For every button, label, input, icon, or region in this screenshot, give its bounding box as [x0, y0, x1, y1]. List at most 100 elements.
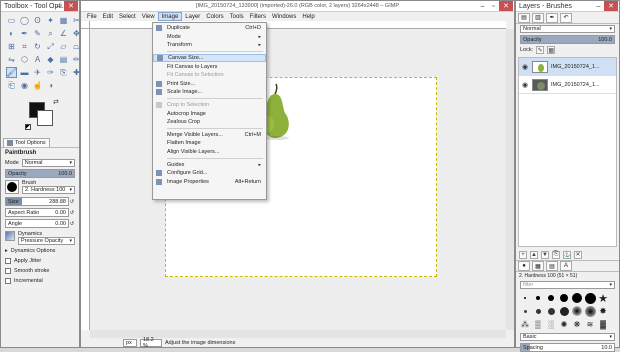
- maximize-button[interactable]: ▫: [488, 1, 499, 11]
- minimize-button[interactable]: –: [53, 1, 64, 11]
- aspect-reset-icon[interactable]: ↺: [69, 208, 75, 217]
- raise-layer-icon[interactable]: ▲: [530, 250, 538, 259]
- menu-item-align-visible-layers[interactable]: Align Visible Layers...: [153, 148, 266, 157]
- brush-item[interactable]: ⁂: [519, 318, 531, 330]
- bucket-fill-tool-icon[interactable]: ◆: [45, 54, 56, 65]
- visibility-eye-icon[interactable]: ◉: [521, 63, 529, 71]
- background-color[interactable]: [37, 110, 53, 126]
- text-tool-icon[interactable]: A: [32, 54, 43, 65]
- menu-item-print-size[interactable]: Print Size...: [153, 80, 266, 89]
- menu-item-transform[interactable]: Transform ▸: [153, 41, 266, 50]
- menu-item-zealous-crop[interactable]: Zealous Crop: [153, 118, 266, 127]
- paintbrush-tool-icon[interactable]: 🖌: [6, 67, 17, 78]
- tab-fonts-icon[interactable]: A: [560, 261, 572, 271]
- menu-item-autocrop-image[interactable]: Autocrop Image: [153, 109, 266, 118]
- flip-tool-icon[interactable]: ⇋: [6, 54, 17, 65]
- incremental-checkbox[interactable]: Incremental: [1, 276, 79, 286]
- lock-alpha-icon[interactable]: ▦: [547, 46, 556, 54]
- size-spinner[interactable]: Size 288.88 ↺: [5, 197, 75, 206]
- apply-jitter-checkbox[interactable]: Apply Jitter: [1, 256, 79, 266]
- menu-file[interactable]: File: [84, 12, 100, 21]
- menu-item-fit-canvas-to-layers[interactable]: Fit Canvas to Layers: [153, 62, 266, 71]
- blend-tool-icon[interactable]: ▤: [58, 54, 69, 65]
- menu-item-duplicate[interactable]: Duplicate Ctrl+D: [153, 24, 266, 33]
- smudge-tool-icon[interactable]: ☝: [32, 80, 43, 91]
- minimize-button[interactable]: –: [477, 1, 488, 11]
- menu-item-mode[interactable]: Mode ▸: [153, 33, 266, 42]
- brush-item[interactable]: [584, 305, 596, 317]
- foreground-select-tool-icon[interactable]: ◐: [6, 28, 17, 39]
- brush-item[interactable]: [519, 305, 531, 317]
- menu-colors[interactable]: Colors: [203, 12, 226, 21]
- dynamics-options-expander[interactable]: ▸ Dynamics Options: [1, 246, 79, 256]
- menu-image[interactable]: Image: [157, 12, 183, 21]
- anchor-layer-icon[interactable]: ⚓: [563, 250, 571, 259]
- lock-pixels-icon[interactable]: ✎: [536, 46, 545, 54]
- brush-item[interactable]: [545, 305, 557, 317]
- size-reset-icon[interactable]: ↺: [69, 197, 75, 206]
- menu-windows[interactable]: Windows: [269, 12, 299, 21]
- cage-tool-icon[interactable]: ⬡: [19, 54, 30, 65]
- minimize-button[interactable]: –: [593, 1, 604, 11]
- rect-select-tool-icon[interactable]: ▭: [6, 15, 17, 26]
- image-titlebar[interactable]: [IMG_20150724_133900] (imported)-26.0 (R…: [81, 1, 514, 12]
- tab-gradients-icon[interactable]: ▤: [546, 261, 558, 271]
- perspective-clone-tool-icon[interactable]: ⎗: [6, 80, 17, 91]
- brush-item[interactable]: ▓: [597, 318, 609, 330]
- shear-tool-icon[interactable]: ▱: [58, 41, 69, 52]
- menu-layer[interactable]: Layer: [182, 12, 203, 21]
- brush-item[interactable]: [519, 292, 531, 304]
- layer-row[interactable]: ◉ IMG_20150724_1...: [519, 76, 616, 94]
- brush-item[interactable]: ✸: [597, 305, 609, 317]
- brush-item[interactable]: ❋: [571, 318, 583, 330]
- brush-item[interactable]: ░: [545, 318, 557, 330]
- layer-opacity-slider[interactable]: Opacity 100.0: [520, 35, 615, 44]
- brush-select[interactable]: 2. Hardness 100: [22, 186, 75, 194]
- align-tool-icon[interactable]: ⊞: [6, 41, 17, 52]
- brush-preview[interactable]: [5, 180, 19, 194]
- smooth-stroke-checkbox[interactable]: Smooth stroke: [1, 266, 79, 276]
- menu-item-image-properties[interactable]: Image Properties Alt+Return: [153, 178, 266, 187]
- menu-filters[interactable]: Filters: [247, 12, 269, 21]
- close-button[interactable]: ✕: [604, 1, 618, 11]
- lower-layer-icon[interactable]: ▼: [541, 250, 549, 259]
- brush-item[interactable]: ≋: [584, 318, 596, 330]
- color-picker-tool-icon[interactable]: ✎: [32, 28, 43, 39]
- color-select-tool-icon[interactable]: ▦: [58, 15, 69, 26]
- vertical-ruler[interactable]: [81, 29, 90, 330]
- default-colors-icon[interactable]: [25, 124, 31, 130]
- delete-layer-icon[interactable]: ✕: [574, 250, 582, 259]
- blur-tool-icon[interactable]: ◉: [19, 80, 30, 91]
- brush-item[interactable]: [558, 305, 570, 317]
- close-button[interactable]: ✕: [64, 1, 78, 11]
- brush-tag-select[interactable]: Basic: [520, 333, 615, 341]
- aspect-ratio-spinner[interactable]: Aspect Ratio 0.00 ↺: [5, 208, 75, 217]
- scale-tool-icon[interactable]: ⤢: [45, 41, 56, 52]
- layer-mode-select[interactable]: Normal: [520, 25, 615, 33]
- menu-item-scale-image[interactable]: Scale Image...: [153, 88, 266, 97]
- crop-tool-icon[interactable]: ⌗: [19, 41, 30, 52]
- brush-filter-input[interactable]: filter: [520, 281, 615, 289]
- menu-item-flatten-image[interactable]: Flatten Image: [153, 139, 266, 148]
- mode-select[interactable]: Normal: [21, 159, 75, 167]
- swap-colors-icon[interactable]: ⇄: [53, 98, 59, 106]
- brush-item[interactable]: ✺: [558, 318, 570, 330]
- tab-patterns-icon[interactable]: ▦: [532, 261, 544, 271]
- fuzzy-select-tool-icon[interactable]: ✦: [45, 15, 56, 26]
- menu-view[interactable]: View: [139, 12, 158, 21]
- brush-item[interactable]: [532, 305, 544, 317]
- opacity-slider[interactable]: Opacity 100.0: [5, 169, 75, 178]
- brush-item[interactable]: [532, 292, 544, 304]
- zoom-select[interactable]: 18.2 %: [140, 337, 162, 349]
- tab-undo-icon[interactable]: ↶: [560, 12, 572, 23]
- angle-reset-icon[interactable]: ↺: [69, 219, 75, 228]
- paths-tool-icon[interactable]: ✒: [19, 28, 30, 39]
- dodge-burn-tool-icon[interactable]: ◑: [45, 80, 56, 91]
- brush-item[interactable]: [558, 292, 570, 304]
- menu-item-crop-to-selection[interactable]: Crop to Selection: [153, 101, 266, 110]
- eraser-tool-icon[interactable]: ▬: [19, 67, 30, 78]
- tab-brushes-icon[interactable]: ●: [518, 261, 530, 271]
- angle-spinner[interactable]: Angle 0.00 ↺: [5, 219, 75, 228]
- duplicate-layer-icon[interactable]: ⎘: [552, 250, 560, 259]
- brush-item[interactable]: [571, 305, 583, 317]
